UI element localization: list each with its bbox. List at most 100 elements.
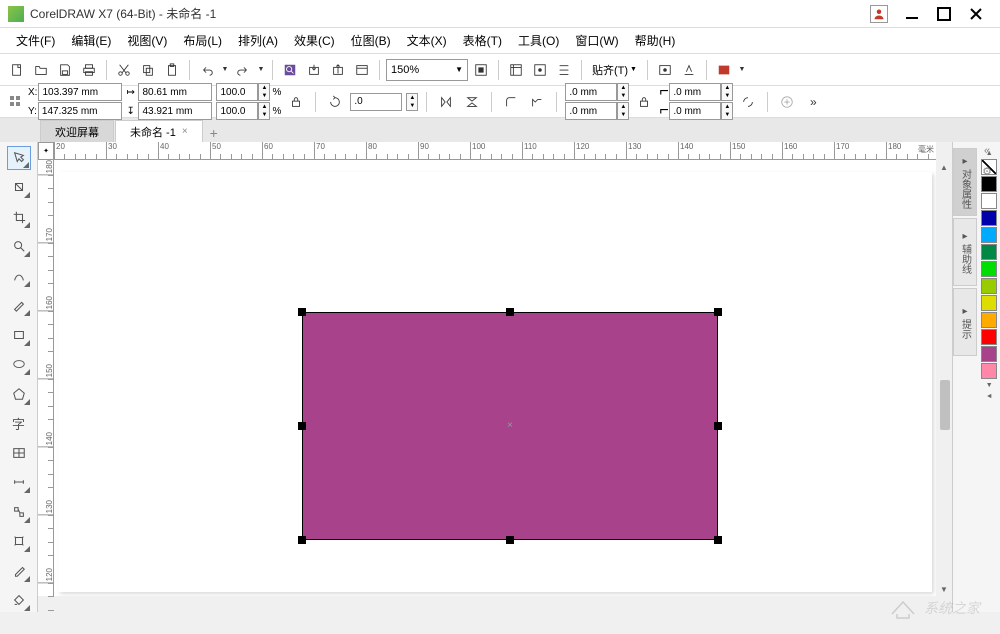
import-button[interactable] (303, 59, 325, 81)
handle-tm[interactable] (506, 308, 514, 316)
app-launcher-dropdown[interactable]: ▼ (737, 59, 747, 81)
mirror-v-button[interactable] (461, 91, 483, 113)
menu-X[interactable]: 文本(X) (399, 28, 455, 53)
artistic-tool[interactable] (7, 294, 31, 318)
menu-V[interactable]: 视图(V) (119, 28, 175, 53)
add-tab-button[interactable]: + (204, 124, 224, 142)
horizontal-ruler[interactable]: 毫米20304050607080901001101201301401501601… (54, 142, 936, 160)
maximize-button[interactable] (928, 0, 960, 28)
polygon-tool[interactable] (7, 382, 31, 406)
copy-button[interactable] (137, 59, 159, 81)
side-tab-2[interactable]: ▸提示 (953, 288, 977, 356)
handle-bm[interactable] (506, 536, 514, 544)
menu-F[interactable]: 文件(F) (8, 28, 63, 53)
open-button[interactable] (30, 59, 52, 81)
menu-L[interactable]: 布局(L) (175, 28, 230, 53)
vertical-scrollbar[interactable]: ▲ ▼ (936, 160, 952, 596)
palette-expand[interactable]: ◄ (981, 391, 997, 401)
fullscreen-button[interactable] (470, 59, 492, 81)
scroll-up-button[interactable]: ▲ (936, 160, 952, 174)
tab-welcome[interactable]: 欢迎屏幕 (40, 120, 114, 142)
menu-E[interactable]: 编辑(E) (63, 28, 119, 53)
show-grid-button[interactable] (529, 59, 551, 81)
horizontal-scrollbar[interactable] (54, 596, 936, 612)
color-swatch[interactable] (981, 244, 997, 260)
corner-bl-input[interactable]: .0 mm (565, 102, 617, 120)
scale-y-input[interactable]: 100.0 (216, 102, 258, 120)
color-swatch[interactable] (981, 193, 997, 209)
scale-x-spinner[interactable]: ▲▼ (258, 83, 270, 101)
y-position-input[interactable]: 147.325 mm (38, 102, 122, 120)
side-tab-1[interactable]: ▸辅助线 (953, 218, 977, 286)
menu-A[interactable]: 排列(A) (230, 28, 286, 53)
color-swatch[interactable] (981, 363, 997, 379)
handle-bl[interactable] (298, 536, 306, 544)
close-tab-icon[interactable]: × (182, 126, 188, 137)
menu-W[interactable]: 窗口(W) (567, 28, 626, 53)
add-button[interactable] (776, 91, 798, 113)
launch-button[interactable] (678, 59, 700, 81)
corner-tr-input[interactable]: .0 mm (669, 83, 721, 101)
panel-settings-button[interactable]: ⚙ (978, 162, 996, 180)
ruler-origin[interactable]: ✦ (38, 142, 54, 160)
handle-tr[interactable] (714, 308, 722, 316)
show-rulers-button[interactable] (505, 59, 527, 81)
color-swatch[interactable] (981, 210, 997, 226)
close-button[interactable] (960, 0, 992, 28)
color-swatch[interactable] (981, 346, 997, 362)
handle-ml[interactable] (298, 422, 306, 430)
scale-y-spinner[interactable]: ▲▼ (258, 102, 270, 120)
ellipse-tool[interactable] (7, 353, 31, 377)
menu-O[interactable]: 工具(O) (510, 28, 567, 53)
mirror-h-button[interactable] (435, 91, 457, 113)
table-tool[interactable] (7, 441, 31, 465)
pick-tool[interactable] (7, 146, 31, 170)
side-tab-0[interactable]: ▸对象属性 (953, 148, 977, 216)
corner-br-spinner[interactable]: ▲▼ (721, 102, 733, 120)
scroll-thumb[interactable] (940, 380, 950, 430)
scale-x-input[interactable]: 100.0 (216, 83, 258, 101)
color-swatch[interactable] (981, 227, 997, 243)
redo-dropdown[interactable]: ▼ (256, 59, 266, 81)
redo-button[interactable] (232, 59, 254, 81)
corner-round-button[interactable] (500, 91, 522, 113)
rectangle-tool[interactable] (7, 323, 31, 347)
dimension-tool[interactable] (7, 471, 31, 495)
color-swatch[interactable] (981, 295, 997, 311)
corner-tl-spinner[interactable]: ▲▼ (617, 83, 629, 101)
print-button[interactable] (78, 59, 100, 81)
search-button[interactable] (279, 59, 301, 81)
vertical-ruler[interactable]: 180170160150140130120 (38, 160, 54, 596)
handle-tl[interactable] (298, 308, 306, 316)
canvas[interactable]: × (54, 160, 936, 596)
color-swatch[interactable] (981, 261, 997, 277)
minimize-button[interactable] (896, 0, 928, 28)
handle-br[interactable] (714, 536, 722, 544)
menu-C[interactable]: 效果(C) (286, 28, 343, 53)
handle-mr[interactable] (714, 422, 722, 430)
panel-expand-button[interactable]: « (978, 142, 996, 160)
palette-scroll-down[interactable]: ▼ (981, 380, 997, 390)
corner-tl-input[interactable]: .0 mm (565, 83, 617, 101)
width-input[interactable]: 80.61 mm (138, 83, 212, 101)
undo-dropdown[interactable]: ▼ (220, 59, 230, 81)
corner-br-input[interactable]: .0 mm (669, 102, 721, 120)
height-input[interactable]: 43.921 mm (138, 102, 212, 120)
rotation-spinner[interactable]: ▲▼ (406, 93, 418, 111)
shape-tool[interactable] (7, 176, 31, 200)
menu-B[interactable]: 位图(B) (343, 28, 399, 53)
publish-button[interactable] (351, 59, 373, 81)
x-position-input[interactable]: 103.397 mm (38, 83, 122, 101)
eyedropper-tool[interactable] (7, 559, 31, 583)
color-swatch[interactable] (981, 278, 997, 294)
snap-dropdown[interactable]: 贴齐(T) ▼ (588, 62, 641, 78)
zoom-tool[interactable] (7, 235, 31, 259)
fill-tool[interactable] (7, 589, 31, 613)
corner-lock-button[interactable] (633, 91, 655, 113)
corner-tr-spinner[interactable]: ▲▼ (721, 83, 733, 101)
effects-tool[interactable] (7, 530, 31, 554)
menu-H[interactable]: 帮助(H) (627, 28, 684, 53)
save-button[interactable] (54, 59, 76, 81)
freehand-tool[interactable] (7, 264, 31, 288)
corner-scallop-button[interactable] (526, 91, 548, 113)
